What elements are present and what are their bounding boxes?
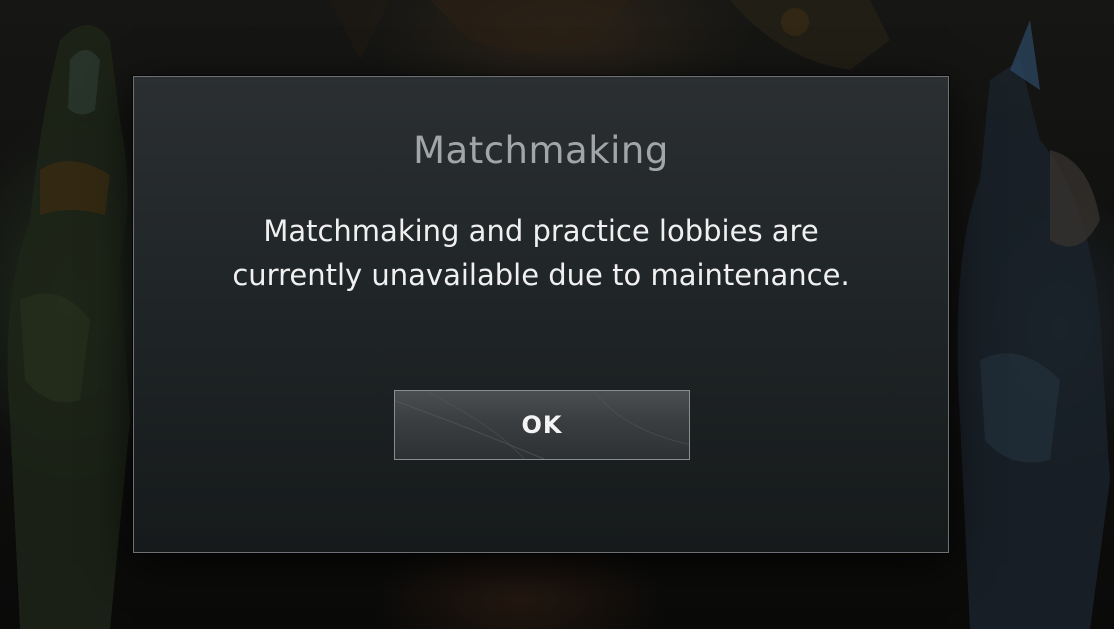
matchmaking-dialog: Matchmaking Matchmaking and practice lob… — [133, 76, 949, 553]
dialog-message: Matchmaking and practice lobbies are cur… — [232, 214, 850, 292]
dialog-title: Matchmaking — [413, 129, 669, 172]
background-hero-crest-art — [330, 0, 890, 70]
background-hero-left-art — [7, 25, 130, 629]
background-hero-right-art — [957, 20, 1110, 629]
ok-button[interactable]: OK — [394, 390, 690, 460]
ok-button-label: OK — [521, 411, 563, 439]
